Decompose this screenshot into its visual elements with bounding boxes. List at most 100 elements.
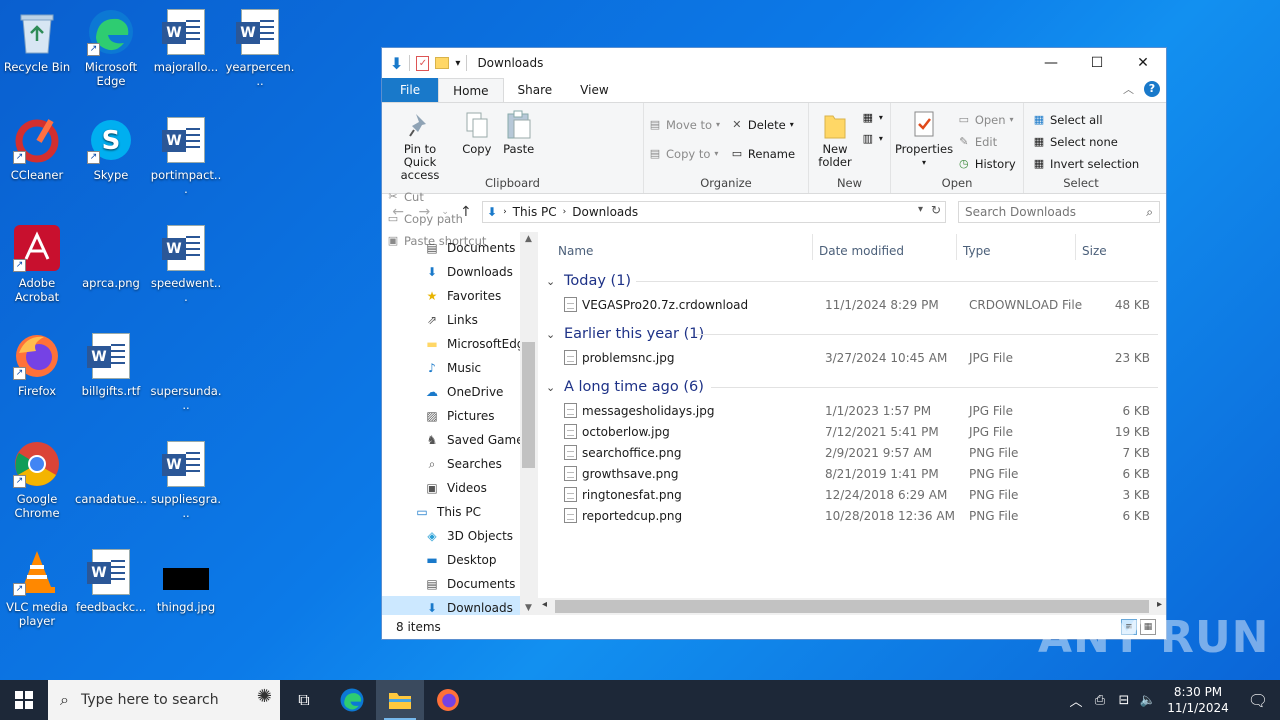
customize-dropdown-icon[interactable]: ▾ xyxy=(455,58,460,69)
scroll-down-icon[interactable]: ▼ xyxy=(520,603,537,613)
chevron-down-icon[interactable]: ⌄ xyxy=(546,381,560,394)
select-none-button[interactable]: ▦ Select none xyxy=(1032,133,1139,150)
nav-scroll-thumb[interactable] xyxy=(522,342,535,468)
nav-item-onedrive[interactable]: ☁ OneDrive xyxy=(382,380,537,404)
history-button[interactable]: ◷ History xyxy=(957,155,1016,172)
taskbar-file-explorer-button[interactable] xyxy=(376,680,424,720)
desktop-icon-portimpact[interactable]: W portimpact... xyxy=(150,116,222,196)
nav-item-music[interactable]: ♪ Music xyxy=(382,356,537,380)
copy-to-button[interactable]: ▤ Copy to ▾ xyxy=(648,145,720,162)
scroll-up-icon[interactable]: ▲ xyxy=(520,234,537,244)
copy-path-button[interactable]: ▭ Copy path xyxy=(386,210,486,227)
column-separator[interactable] xyxy=(1075,234,1076,260)
column-header-size[interactable]: Size xyxy=(1082,244,1107,258)
collapse-ribbon-icon[interactable]: ︿ xyxy=(1123,81,1134,97)
close-button[interactable]: ✕ xyxy=(1120,48,1166,78)
file-row[interactable]: searchoffice.png 2/9/2021 9:57 AM PNG File… xyxy=(546,442,1166,463)
move-to-button[interactable]: ▤ Move to ▾ xyxy=(648,116,720,133)
desktop-icon-skype[interactable]: S ↗ Skype xyxy=(75,116,147,182)
pin-to-quick-access-button[interactable]: Pin to Quick access xyxy=(386,107,454,184)
nav-item-videos[interactable]: ▣ Videos xyxy=(382,476,537,500)
nav-item-desktop[interactable]: ▬ Desktop xyxy=(382,548,537,572)
scroll-right-icon[interactable]: ▸ xyxy=(1157,599,1162,610)
chevron-down-icon[interactable]: ⌄ xyxy=(546,275,560,288)
nav-item-this-pc[interactable]: ▭ This PC xyxy=(382,500,537,524)
scroll-left-icon[interactable]: ◂ xyxy=(542,599,547,610)
desktop-icon-google-chrome[interactable]: ↗ Google Chrome xyxy=(1,440,73,520)
file-row[interactable]: VEGASPro20.7z.crdownload 11/1/2024 8:29 P… xyxy=(546,294,1166,315)
delete-button[interactable]: ✕ Delete ▾ xyxy=(730,116,795,133)
network-icon[interactable]: ⊟ xyxy=(1112,693,1136,708)
desktop-icon-canadatue[interactable]: canadatue... xyxy=(75,440,147,506)
desktop-icon-suppliesgra[interactable]: W suppliesgra... xyxy=(150,440,222,520)
desktop-icon-thingd[interactable]: thingd.jpg xyxy=(150,548,222,614)
nav-item-microsoftedge[interactable]: ▬ MicrosoftEdge xyxy=(382,332,537,356)
search-box[interactable]: ⌕ xyxy=(958,201,1160,223)
desktop-icon-microsoft-edge[interactable]: ↗ Microsoft Edge xyxy=(75,8,147,88)
cut-button[interactable]: ✂ Cut xyxy=(386,188,486,205)
file-row[interactable]: reportedcup.png 10/28/2018 12:36 AM PNG Fi… xyxy=(546,505,1166,526)
address-bar[interactable]: ⬇ › This PC › Downloads ▾ ↻ xyxy=(482,201,946,223)
start-button[interactable] xyxy=(0,680,48,720)
column-separator[interactable] xyxy=(812,234,813,260)
column-separator[interactable] xyxy=(956,234,957,260)
edit-button[interactable]: ✎ Edit xyxy=(957,133,1016,150)
nav-item-3d-objects[interactable]: ◈ 3D Objects xyxy=(382,524,537,548)
taskbar-edge-button[interactable] xyxy=(328,680,376,720)
nav-item-downloads[interactable]: ⬇ Downloads xyxy=(382,260,537,284)
desktop-icon-feedbackc[interactable]: W feedbackc... xyxy=(75,548,147,614)
nav-item-links[interactable]: ⇗ Links xyxy=(382,308,537,332)
column-header-type[interactable]: Type xyxy=(963,244,991,258)
show-hidden-icons-icon[interactable]: ︿ xyxy=(1064,691,1088,710)
select-all-button[interactable]: ▦ Select all xyxy=(1032,111,1139,128)
nav-item-favorites[interactable]: ★ Favorites xyxy=(382,284,537,308)
file-row[interactable]: ringtonesfat.png 12/24/2018 6:29 AM PNG Fi… xyxy=(546,484,1166,505)
nav-item-documents[interactable]: ▤ Documents xyxy=(382,572,537,596)
group-header[interactable]: ⌄ Earlier this year (1) xyxy=(546,321,1166,347)
easy-access-button[interactable]: ▥ ▾ xyxy=(861,130,883,147)
chevron-down-icon[interactable]: ⌄ xyxy=(546,328,560,341)
search-input[interactable] xyxy=(965,205,1125,219)
properties-button[interactable]: Properties ▾ xyxy=(895,107,953,171)
desktop-icon-firefox[interactable]: ↗ Firefox xyxy=(1,332,73,398)
paste-button[interactable]: Paste xyxy=(500,107,538,158)
title-bar[interactable]: ⬇ ✓ ▾ Downloads — ☐ ✕ xyxy=(382,48,1166,78)
device-icon[interactable]: ⎙ xyxy=(1088,693,1112,708)
desktop-icon-yearpercen[interactable]: W yearpercen... xyxy=(224,8,296,88)
column-header-name[interactable]: Name xyxy=(558,244,593,258)
breadcrumb-this-pc[interactable]: This PC xyxy=(513,205,557,219)
nav-scrollbar[interactable]: ▲ ▼ xyxy=(520,232,537,615)
desktop-icon-supersunda[interactable]: supersunda... xyxy=(150,332,222,412)
new-folder-button[interactable]: New folder xyxy=(813,107,857,171)
rename-button[interactable]: ▭ Rename xyxy=(730,145,795,162)
notifications-icon[interactable]: 🗨 xyxy=(1236,691,1280,710)
group-header[interactable]: ⌄ A long time ago (6) xyxy=(546,374,1166,400)
nav-item-pictures[interactable]: ▨ Pictures xyxy=(382,404,537,428)
refresh-icon[interactable]: ↻ xyxy=(931,203,941,217)
minimize-button[interactable]: — xyxy=(1028,48,1074,78)
tab-home[interactable]: Home xyxy=(438,78,504,102)
nav-item-downloads[interactable]: ⬇ Downloads xyxy=(382,596,537,615)
breadcrumb-downloads[interactable]: Downloads xyxy=(572,205,638,219)
tab-file[interactable]: File xyxy=(382,78,439,102)
nav-item-documents[interactable]: ▤ Documents xyxy=(382,236,537,260)
open-button[interactable]: ▭ Open ▾ xyxy=(957,111,1016,128)
desktop-icon-billgifts[interactable]: W billgifts.rtf xyxy=(75,332,147,398)
taskbar-firefox-button[interactable] xyxy=(424,680,472,720)
desktop-icon-aprca[interactable]: aprca.png xyxy=(75,224,147,290)
desktop-icon-recycle-bin[interactable]: Recycle Bin xyxy=(1,8,73,74)
file-row[interactable]: problemsnc.jpg 3/27/2024 10:45 AM JPG File… xyxy=(546,347,1166,368)
invert-selection-button[interactable]: ▦ Invert selection xyxy=(1032,155,1139,172)
desktop-icon-speedwent[interactable]: W speedwent... xyxy=(150,224,222,304)
file-row[interactable]: messagesholidays.jpg 1/1/2023 1:57 PM JPG … xyxy=(546,400,1166,421)
nav-item-saved-games[interactable]: ♞ Saved Games xyxy=(382,428,537,452)
file-row[interactable]: octoberlow.jpg 7/12/2021 5:41 PM JPG File 1… xyxy=(546,421,1166,442)
file-row[interactable]: growthsave.png 8/21/2019 1:41 PM PNG File 6… xyxy=(546,463,1166,484)
address-dropdown-icon[interactable]: ▾ xyxy=(918,204,923,215)
copy-button[interactable]: Copy xyxy=(458,107,496,158)
new-folder-icon[interactable] xyxy=(435,57,450,69)
help-icon[interactable]: ? xyxy=(1144,81,1160,97)
task-view-button[interactable]: ⧉ xyxy=(280,680,328,720)
desktop-icon-vlc[interactable]: ↗ VLC media player xyxy=(1,548,73,628)
group-header[interactable]: ⌄ Today (1) xyxy=(546,268,1166,294)
